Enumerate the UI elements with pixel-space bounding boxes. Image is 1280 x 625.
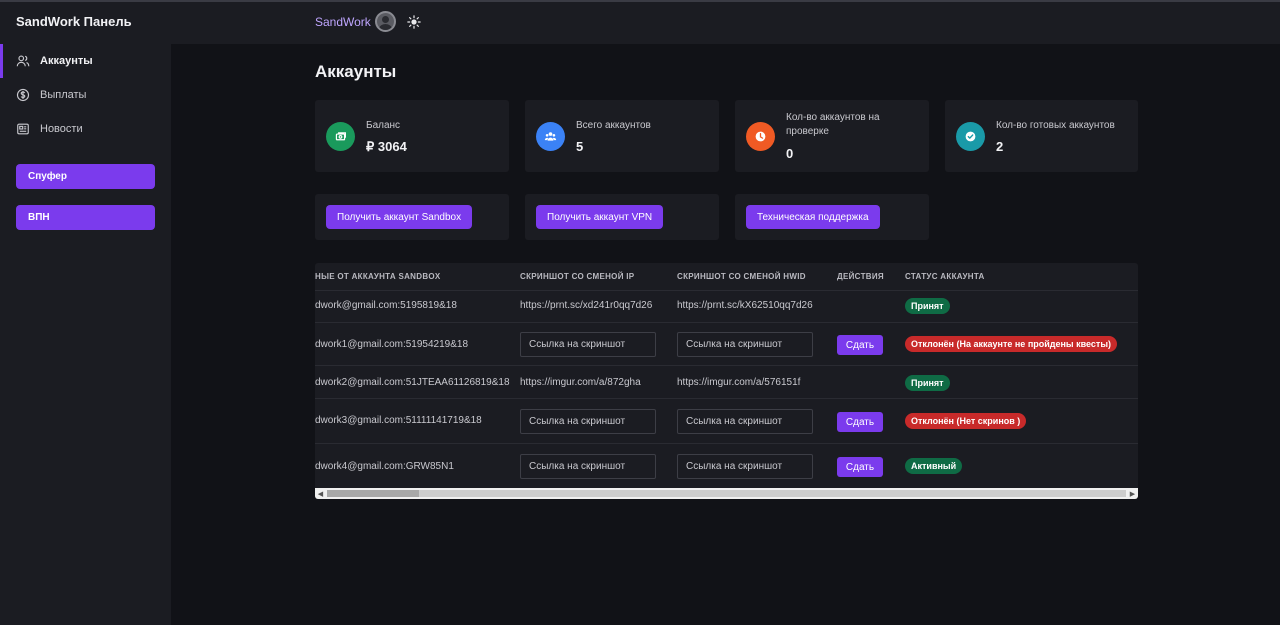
stat-label: Всего аккаунтов bbox=[576, 120, 651, 131]
status-badge: Отклонён (На аккаунте не пройдены квесты… bbox=[905, 336, 1118, 352]
table-row: dwork@gmail.com:5195819&18 https://prnt.… bbox=[315, 290, 1138, 322]
ip-screenshot-input[interactable]: Ссылка на скриншот bbox=[520, 332, 656, 357]
users-icon bbox=[16, 55, 30, 67]
submit-button[interactable]: Сдать bbox=[837, 457, 883, 477]
avatar[interactable] bbox=[374, 11, 396, 32]
column-header: ДЕЙСТВИЯ bbox=[837, 272, 884, 281]
scrollbar-thumb[interactable] bbox=[327, 490, 419, 497]
column-header: СКРИНШОТ СО СМЕНОЙ HWID bbox=[677, 272, 806, 281]
clock-icon bbox=[746, 122, 775, 151]
support-action-card: Техническая поддержка bbox=[735, 194, 929, 240]
get-sandbox-account-button[interactable]: Получить аккаунт Sandbox bbox=[326, 205, 473, 229]
spoofer-button[interactable]: Спуфер bbox=[16, 164, 155, 189]
ip-screenshot-input[interactable]: Ссылка на скриншот bbox=[520, 409, 656, 434]
status-badge: Активный bbox=[905, 458, 963, 474]
hwid-screenshot-link[interactable]: https://prnt.sc/kX62510qq7d26 bbox=[677, 300, 813, 311]
hwid-screenshot-link[interactable]: https://imgur.com/a/576151f bbox=[677, 377, 800, 388]
group-icon bbox=[536, 122, 565, 151]
column-header: СКРИНШОТ СО СМЕНОЙ IP bbox=[520, 272, 635, 281]
accounts-table: НЫЕ ОТ АККАУНТА SANDBOX СКРИНШОТ СО СМЕН… bbox=[315, 263, 1138, 499]
ready-accounts-card: Кол-во готовых аккаунтов 2 bbox=[945, 100, 1138, 172]
status-badge: Принят bbox=[905, 298, 950, 314]
hwid-screenshot-input[interactable]: Ссылка на скриншот bbox=[677, 332, 813, 357]
page-title: Аккаунты bbox=[315, 62, 397, 81]
scroll-right-icon[interactable]: ▶ bbox=[1127, 488, 1138, 499]
sun-icon[interactable] bbox=[407, 15, 421, 29]
stat-value: ₽ 3064 bbox=[366, 139, 407, 154]
sidebar-item-label: Аккаунты bbox=[40, 55, 93, 67]
newspaper-icon bbox=[17, 123, 29, 135]
ip-screenshot-input[interactable]: Ссылка на скриншот bbox=[520, 454, 656, 479]
header: SandWork Панель SandWork bbox=[0, 2, 1280, 44]
sandbox-action-card: Получить аккаунт Sandbox bbox=[315, 194, 509, 240]
status-badge: Отклонён (Нет скринов ) bbox=[905, 413, 1027, 429]
column-header: НЫЕ ОТ АККАУНТА SANDBOX bbox=[315, 272, 441, 281]
stat-value: 5 bbox=[576, 139, 584, 154]
pending-accounts-card: Кол-во аккаунтов на проверке 0 bbox=[735, 100, 929, 172]
horizontal-scrollbar[interactable]: ◀ ▶ bbox=[315, 488, 1138, 499]
sidebar-item-label: Выплаты bbox=[40, 89, 87, 101]
scroll-left-icon[interactable]: ◀ bbox=[315, 488, 326, 499]
vpn-action-card: Получить аккаунт VPN bbox=[525, 194, 719, 240]
status-badge: Принят bbox=[905, 375, 950, 391]
sidebar-item-label: Новости bbox=[40, 123, 83, 135]
sidebar-item-accounts[interactable]: Аккаунты bbox=[0, 44, 171, 78]
submit-button[interactable]: Сдать bbox=[837, 412, 883, 432]
stat-value: 2 bbox=[996, 139, 1004, 154]
account-cell: dwork2@gmail.com:51JTEAA61126819&18 bbox=[315, 377, 510, 388]
stat-label-line: Кол-во аккаунтов на bbox=[786, 112, 880, 123]
column-header: СТАТУС АККАУНТА bbox=[905, 272, 985, 281]
hwid-screenshot-input[interactable]: Ссылка на скриншот bbox=[677, 409, 813, 434]
account-cell: dwork4@gmail.com:GRW85N1 bbox=[315, 461, 454, 472]
total-accounts-card: Всего аккаунтов 5 bbox=[525, 100, 719, 172]
table-row: dwork4@gmail.com:GRW85N1 Ссылка на скрин… bbox=[315, 443, 1138, 488]
stat-label: Кол-во готовых аккаунтов bbox=[996, 120, 1115, 131]
balance-card: Баланс ₽ 3064 bbox=[315, 100, 509, 172]
username[interactable]: SandWork bbox=[315, 15, 371, 29]
stat-label: Кол-во аккаунтов на проверке bbox=[786, 111, 880, 139]
brand-title: SandWork Панель bbox=[16, 14, 132, 29]
ip-screenshot-link[interactable]: https://imgur.com/a/872gha bbox=[520, 377, 641, 388]
account-cell: dwork1@gmail.com:51954219&18 bbox=[315, 339, 469, 350]
account-cell: dwork3@gmail.com:51111141719&18 bbox=[315, 415, 482, 426]
vpn-button[interactable]: ВПН bbox=[16, 205, 155, 230]
user-menu[interactable]: SandWork bbox=[315, 11, 396, 32]
table-row: dwork2@gmail.com:51JTEAA61126819&18 http… bbox=[315, 365, 1138, 398]
stat-label: Баланс bbox=[366, 120, 401, 131]
table-row: dwork3@gmail.com:51111141719&18 Ссылка н… bbox=[315, 398, 1138, 443]
sidebar: Аккаунты Выплаты Новости Спуфер ВПН bbox=[0, 44, 171, 625]
hwid-screenshot-input[interactable]: Ссылка на скриншот bbox=[677, 454, 813, 479]
sidebar-item-news[interactable]: Новости bbox=[0, 112, 171, 146]
submit-button[interactable]: Сдать bbox=[837, 335, 883, 355]
ip-screenshot-link[interactable]: https://prnt.sc/xd241r0qq7d26 bbox=[520, 300, 652, 311]
stat-value: 0 bbox=[786, 146, 794, 161]
account-cell: dwork@gmail.com:5195819&18 bbox=[315, 300, 457, 311]
table-row: dwork1@gmail.com:51954219&18 Ссылка на с… bbox=[315, 322, 1138, 365]
get-vpn-account-button[interactable]: Получить аккаунт VPN bbox=[536, 205, 664, 229]
sidebar-item-payouts[interactable]: Выплаты bbox=[0, 78, 171, 112]
dollar-circle-icon bbox=[16, 88, 30, 102]
stat-label-line: проверке bbox=[786, 126, 829, 137]
scrollbar-track[interactable] bbox=[419, 490, 1126, 497]
support-button[interactable]: Техническая поддержка bbox=[746, 205, 880, 229]
check-badge-icon bbox=[956, 122, 985, 151]
cash-icon bbox=[326, 122, 355, 151]
